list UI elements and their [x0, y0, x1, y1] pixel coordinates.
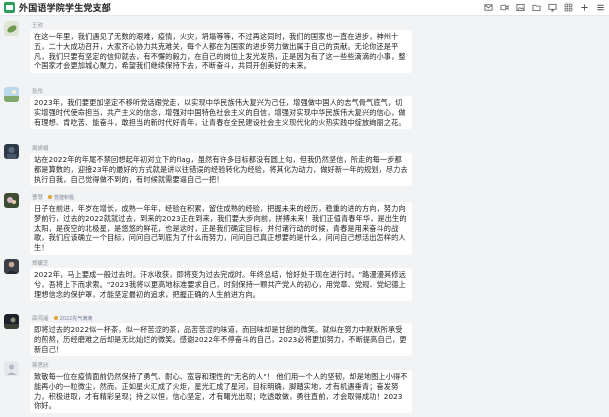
- sender-row: 蒋思欣: [32, 361, 49, 369]
- bloom-avatar[interactable]: [4, 193, 19, 208]
- dark-avatar[interactable]: [4, 144, 19, 159]
- folder-icon[interactable]: [532, 3, 541, 12]
- sender-name: 邵鸿遥: [32, 316, 49, 322]
- sender-name: 王欣: [32, 23, 44, 29]
- screen-icon[interactable]: [548, 3, 557, 12]
- mail-icon[interactable]: [484, 3, 493, 12]
- sender-row: 张彤: [32, 87, 43, 95]
- message-feed[interactable]: 王欣 在这一年里，我们遇见了无数的艰难，疫情，火灾，坍塌等等，不过再这同时，我们…: [0, 17, 609, 417]
- chat-header: 外国语学院学生党支部: [0, 0, 609, 16]
- group-chat-icon: [4, 2, 15, 13]
- video-icon[interactable]: [500, 3, 509, 12]
- more-icon[interactable]: [596, 3, 605, 12]
- sender-name: 张彤: [32, 89, 44, 95]
- sender-row: 邵鸿遥 2022先气满满: [32, 314, 95, 322]
- sender-row: 王欣: [32, 21, 43, 29]
- sender-row: 郑婕芝: [32, 259, 49, 267]
- message-bubble: 2023年，我们要更加坚定不移听党话跟党走，以实现中华民族伟大复兴为己任，增强做…: [30, 96, 412, 130]
- member-tag: 党建积极: [46, 193, 77, 201]
- plus-icon[interactable]: [580, 3, 589, 12]
- sender-row: 曹慧 党建积极: [32, 193, 77, 201]
- chat-title: 外国语学院学生党支部: [19, 4, 112, 14]
- message-bubble: 在这一年里，我们遇见了无数的艰难，疫情，火灾，坍塌等等，不过再这同时，我们的国家…: [30, 30, 412, 74]
- sender-name: 周妍娟: [32, 146, 49, 152]
- night-avatar[interactable]: [4, 314, 19, 329]
- message-bubble: 2022年，马上要成一般过去时。汗水收获，即将变为过去完成时。年终总结，恰好处于…: [30, 268, 412, 302]
- image-icon[interactable]: [516, 3, 525, 12]
- sky-avatar[interactable]: [4, 87, 19, 102]
- portrait-avatar[interactable]: [4, 259, 19, 274]
- grid-icon[interactable]: [564, 3, 573, 12]
- message-bubble: 即将过去的2022似一杯茶，似一杯苦涩的茶，品苦苦涩的味道，而回味却是甘甜的微笑…: [30, 323, 412, 357]
- header-toolbar: [484, 3, 605, 12]
- message-bubble: 致敬每一位在疫情面前仍然保持了勇气、耐心、宽容和理性的"无名的人"！ 他们用一个…: [30, 370, 412, 414]
- leaf-avatar[interactable]: [4, 21, 19, 36]
- sender-name: 蒋思欣: [32, 363, 49, 369]
- member-tag: 2022先气满满: [51, 314, 95, 322]
- badge-icon: [48, 195, 53, 199]
- badge-icon: [53, 316, 58, 320]
- sender-name: 郑婕芝: [32, 261, 49, 267]
- message-bubble: 站在2022年的年尾不禁回想起年初对立下的flag，虽然有许多目标都没有圆上勾，…: [30, 153, 412, 187]
- plain-avatar[interactable]: [4, 361, 19, 376]
- sender-name: 曹慧: [32, 195, 44, 201]
- sender-row: 周妍娟: [32, 144, 49, 152]
- message-bubble: 日子在前进，年岁在增长，成熟一年年，经验在积累，留住成熟的经验，把握未来的经历，…: [30, 202, 412, 255]
